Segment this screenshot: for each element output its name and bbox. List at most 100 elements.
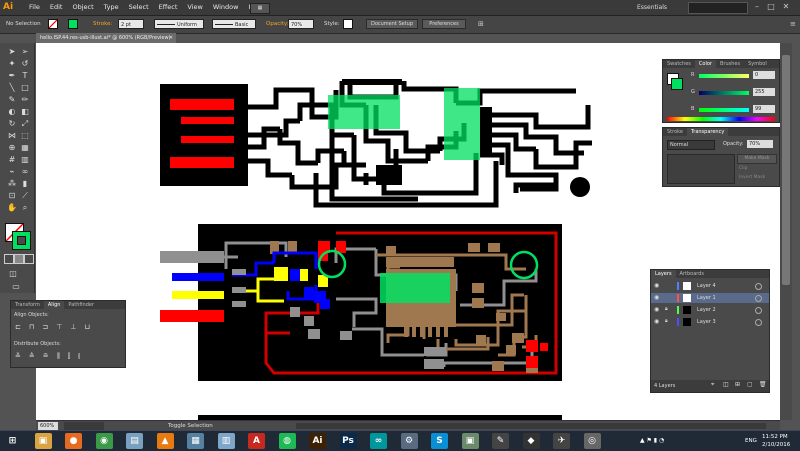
settings-icon[interactable]: ◎ bbox=[583, 433, 601, 449]
spotify-icon[interactable]: ◍ bbox=[278, 433, 296, 449]
arduino-icon[interactable]: ∞ bbox=[370, 433, 387, 449]
visibility-eye-icon[interactable]: ◉ bbox=[654, 282, 659, 289]
eraser-icon[interactable]: ◧ bbox=[19, 106, 31, 117]
locate-object-icon[interactable]: ⌖ bbox=[711, 381, 714, 389]
tab-layers[interactable]: Layers bbox=[651, 270, 676, 278]
calculator-icon[interactable]: ▦ bbox=[187, 433, 204, 449]
layer-target-icon[interactable] bbox=[755, 295, 762, 302]
tab-artboards[interactable]: Artboards bbox=[676, 270, 708, 278]
tab-align[interactable]: Align bbox=[43, 301, 65, 309]
minimize-button[interactable]: – bbox=[752, 2, 762, 12]
tray-icons[interactable]: ▲ ⚑ ▮ ◔ bbox=[640, 437, 664, 445]
menu-view[interactable]: View bbox=[182, 0, 207, 15]
distribute-top-icon[interactable]: ≚ bbox=[15, 352, 21, 361]
menu-file[interactable]: File bbox=[24, 0, 45, 15]
graph-tool-icon[interactable]: ▮ bbox=[19, 178, 31, 189]
clock-date[interactable]: 2/10/2016 bbox=[762, 441, 790, 449]
align-left-icon[interactable]: ⊏ bbox=[15, 323, 21, 331]
close-button[interactable]: ✕ bbox=[781, 2, 791, 12]
tab-brushes[interactable]: Brushes bbox=[716, 60, 744, 68]
inkscape2-icon[interactable]: ◆ bbox=[522, 433, 540, 449]
workspace-switcher[interactable]: Essentials bbox=[637, 3, 667, 12]
distribute-hcenter-icon[interactable]: ⫿ bbox=[68, 352, 70, 361]
tab-color[interactable]: Color bbox=[694, 60, 716, 68]
menu-type[interactable]: Type bbox=[99, 0, 124, 15]
clipping-mask-icon[interactable]: ◫ bbox=[723, 381, 729, 388]
draw-mode-icon[interactable]: ◫ bbox=[7, 268, 19, 279]
color-spectrum[interactable] bbox=[667, 117, 775, 121]
stroke-weight-field[interactable]: 2 pt bbox=[118, 19, 144, 29]
lock-icon[interactable]: 🔒︎ bbox=[665, 318, 668, 324]
free-transform-icon[interactable]: ⬚ bbox=[19, 130, 31, 141]
panel-menu-icon[interactable]: ≡ bbox=[790, 20, 798, 28]
layer-row-selected[interactable]: ◉ Layer 1 bbox=[651, 293, 769, 303]
perspective-grid-icon[interactable]: ▦ bbox=[19, 142, 31, 153]
paintbrush-icon[interactable]: ✎ bbox=[6, 94, 18, 105]
stroke-color-box[interactable] bbox=[12, 231, 31, 250]
zoom-field[interactable]: 600% bbox=[38, 422, 58, 430]
color-mode-icon[interactable] bbox=[4, 254, 14, 264]
illustrator-icon[interactable]: Ai bbox=[309, 433, 326, 449]
clip-checkbox[interactable]: Clip bbox=[739, 166, 748, 171]
tab-swatches[interactable]: Swatches bbox=[663, 60, 695, 68]
distribute-left-icon[interactable]: ⫼ bbox=[57, 352, 60, 361]
vlc-icon[interactable]: ▲ bbox=[156, 433, 174, 449]
invert-mask-checkbox[interactable]: Invert Mask bbox=[739, 175, 765, 180]
putty-icon[interactable]: ▣ bbox=[461, 433, 479, 449]
delete-layer-icon[interactable]: 🗑︎ bbox=[759, 381, 767, 388]
photoshop-icon[interactable]: Ps bbox=[339, 433, 357, 449]
vertical-scrollbar[interactable] bbox=[780, 43, 792, 420]
selection-tool-icon[interactable]: ➤ bbox=[6, 46, 18, 57]
gradient-mode-icon[interactable] bbox=[14, 254, 24, 264]
none-mode-icon[interactable] bbox=[24, 254, 34, 264]
tab-transparency[interactable]: Transparency bbox=[686, 128, 729, 136]
layer-name[interactable]: Layer 2 bbox=[697, 306, 716, 314]
clock-time[interactable]: 11:52 PM bbox=[762, 433, 788, 441]
layer-name[interactable]: Layer 1 bbox=[697, 294, 716, 302]
layer-target-icon[interactable] bbox=[755, 283, 762, 290]
layer-row[interactable]: ◉ 🔒︎ Layer 2 bbox=[651, 305, 769, 315]
pen-tool-icon[interactable]: ✒ bbox=[6, 70, 18, 81]
distribute-vcenter-icon[interactable]: ≙ bbox=[29, 352, 35, 361]
channel-b-field[interactable]: 99 bbox=[753, 105, 775, 113]
variable-width-profile[interactable]: Uniform bbox=[154, 19, 204, 29]
screen-mode-icon[interactable]: ▭ bbox=[10, 281, 22, 292]
language-indicator[interactable]: ENG bbox=[745, 437, 757, 445]
graphic-style-swatch[interactable] bbox=[343, 19, 353, 29]
shape-builder-icon[interactable]: ⊕ bbox=[6, 142, 18, 153]
layer-target-icon[interactable] bbox=[755, 307, 762, 314]
skype-icon[interactable]: S bbox=[431, 433, 448, 449]
tab-stroke[interactable]: Stroke bbox=[663, 128, 687, 136]
artboard-navigator[interactable] bbox=[64, 422, 104, 430]
menu-edit[interactable]: Edit bbox=[45, 0, 68, 15]
firefox-icon[interactable]: ● bbox=[65, 433, 82, 449]
notepad-icon[interactable]: ▥ bbox=[217, 433, 235, 449]
menu-object[interactable]: Object bbox=[67, 0, 98, 15]
blender-icon[interactable]: ✈ bbox=[553, 433, 570, 449]
blob-brush-icon[interactable]: ◐ bbox=[6, 106, 18, 117]
channel-r-slider[interactable] bbox=[699, 74, 749, 78]
tab-transform[interactable]: Transform bbox=[11, 301, 44, 309]
distribute-bottom-icon[interactable]: ≘ bbox=[43, 352, 49, 361]
visibility-eye-icon[interactable]: ◉ bbox=[654, 294, 659, 301]
mesh-tool-icon[interactable]: # bbox=[6, 154, 18, 165]
eyedropper-icon[interactable]: ⌁ bbox=[6, 166, 18, 177]
channel-r-field[interactable]: 0 bbox=[753, 71, 775, 79]
fill-swatch[interactable] bbox=[48, 19, 58, 29]
visibility-eye-icon[interactable]: ◉ bbox=[654, 318, 659, 325]
blend-mode-select[interactable]: Normal bbox=[667, 140, 715, 150]
maximize-button[interactable]: □ bbox=[766, 2, 776, 12]
layer-target-icon[interactable] bbox=[755, 319, 762, 326]
inkscape-icon[interactable]: ✎ bbox=[492, 433, 509, 449]
rotate-tool-icon[interactable]: ↻ bbox=[6, 118, 18, 129]
gradient-tool-icon[interactable]: ▥ bbox=[19, 154, 31, 165]
symbol-sprayer-icon[interactable]: ⁂ bbox=[6, 178, 18, 189]
layer-row[interactable]: ◉ 🔒︎ Layer 3 bbox=[651, 317, 769, 327]
color-stroke-box[interactable] bbox=[671, 78, 683, 90]
tab-pathfinder[interactable]: Pathfinder bbox=[64, 301, 98, 309]
stroke-swatch[interactable] bbox=[68, 19, 78, 29]
preferences-button[interactable]: Preferences bbox=[422, 19, 466, 29]
type-tool-icon[interactable]: T bbox=[19, 70, 31, 81]
document-setup-button[interactable]: Document Setup bbox=[366, 19, 418, 29]
document-tab[interactable]: hello.ISP.44.res-usb-illust.ai* @ 600% (… bbox=[36, 33, 176, 43]
